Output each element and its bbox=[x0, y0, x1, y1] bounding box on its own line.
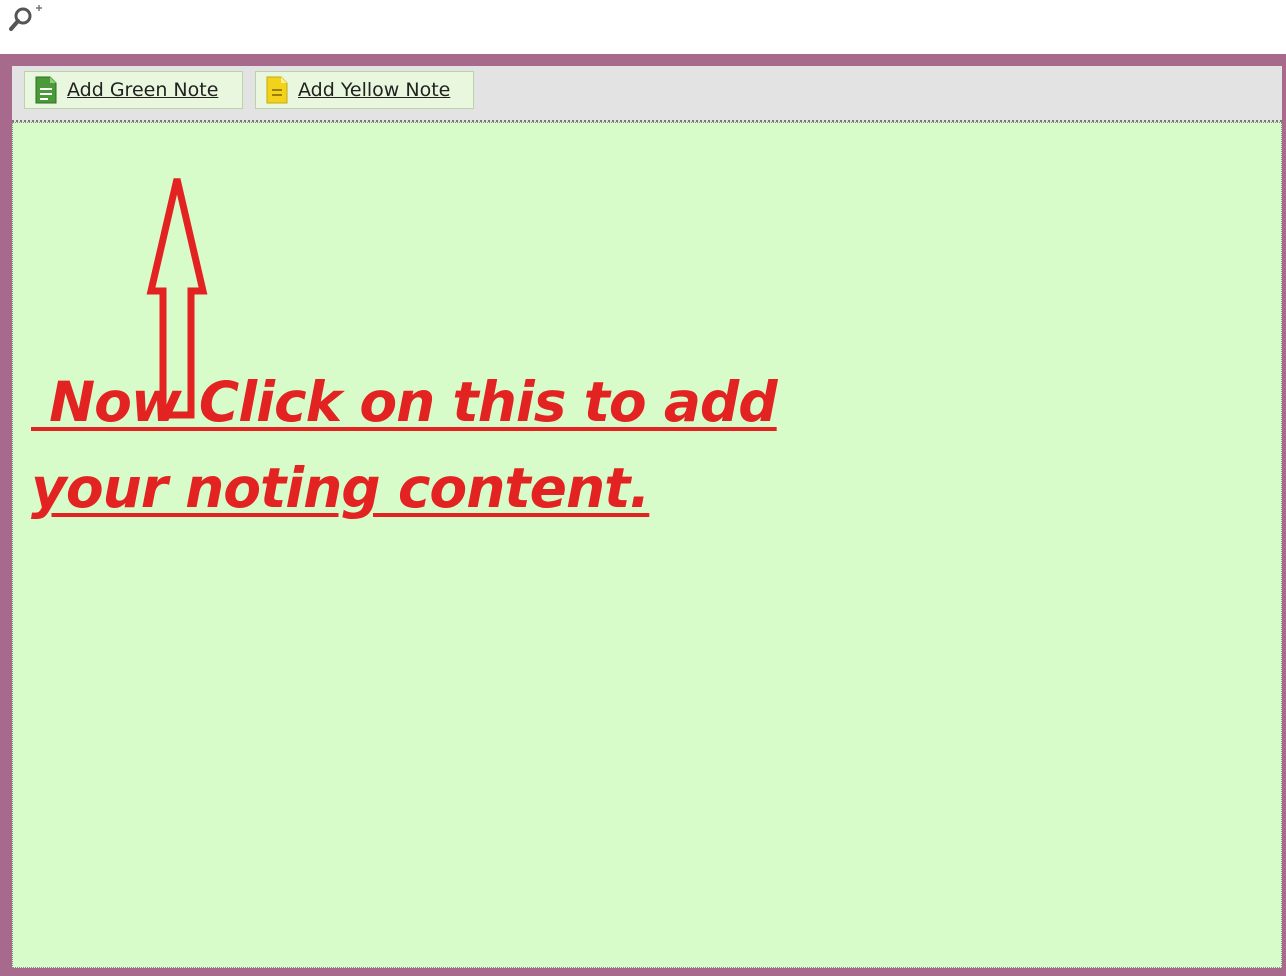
instruction-line-1: Now Click on this to add bbox=[31, 370, 778, 434]
note-content-area[interactable]: Now Click on this to add your noting con… bbox=[12, 122, 1282, 968]
zoom-in-icon[interactable] bbox=[6, 4, 44, 34]
green-note-icon bbox=[35, 76, 57, 104]
add-yellow-note-label[interactable]: Add Yellow Note bbox=[298, 79, 450, 101]
instruction-line-2: your noting content. bbox=[31, 456, 650, 520]
add-yellow-note-button[interactable]: Add Yellow Note bbox=[255, 71, 474, 109]
add-green-note-button[interactable]: Add Green Note bbox=[24, 71, 243, 109]
yellow-note-icon bbox=[266, 76, 288, 104]
notes-panel: Add Green Note Add Yellow Note Now Click… bbox=[0, 54, 1286, 976]
top-bar bbox=[0, 0, 1286, 54]
notes-toolbar: Add Green Note Add Yellow Note bbox=[12, 66, 1282, 122]
add-green-note-label[interactable]: Add Green Note bbox=[67, 79, 218, 101]
instruction-annotation: Now Click on this to add your noting con… bbox=[31, 359, 778, 531]
